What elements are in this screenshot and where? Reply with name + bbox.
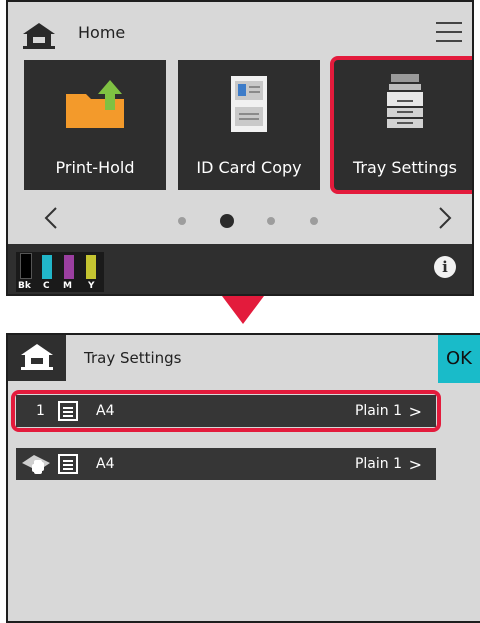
paper-type: Plain 1 [354,456,402,472]
tile-id-card-copy[interactable]: ID Card Copy [178,60,320,190]
toner-label-bk: Bk [18,281,31,291]
id-card-icon [231,76,267,132]
page-dot-active[interactable] [220,214,234,228]
toner-bk-bar [20,253,32,279]
chevron-right-icon[interactable] [436,206,454,230]
ok-button[interactable]: OK [438,335,480,383]
home-screen: Home Print-Hold ID Card Copy Tray Settin… [6,0,474,296]
printer-icon [387,74,423,128]
bypass-tray-icon [22,455,50,474]
paper-type: Plain 1 [354,403,402,419]
page-dot[interactable] [310,217,318,225]
down-arrow-icon [222,296,264,324]
page-title: Tray Settings [84,349,182,367]
tile-print-hold[interactable]: Print-Hold [24,60,166,190]
toner-levels: Bk C M Y [16,252,104,292]
menu-icon[interactable] [436,22,462,44]
toner-label-c: C [43,281,50,291]
paper-size: A4 [96,403,115,419]
home-icon[interactable] [22,22,56,52]
status-bar: Bk C M Y i [8,244,472,294]
chevron-right-icon: > [408,402,422,421]
paper-size: A4 [96,456,115,472]
chevron-right-icon: > [408,455,422,474]
tray-number: 1 [36,403,45,419]
page-indicator [8,202,472,238]
tile-label: ID Card Copy [196,158,302,177]
chevron-left-icon[interactable] [42,206,60,230]
tray-row-1[interactable]: 1 A4 Plain 1 > [11,390,441,432]
toner-c-bar [42,255,52,279]
info-icon[interactable]: i [434,256,456,278]
tile-tray-settings[interactable]: Tray Settings [330,56,472,194]
toner-m-bar [64,255,74,279]
page-title: Home [78,23,126,42]
page-dot[interactable] [178,217,186,225]
home-button[interactable] [8,335,66,381]
paper-stack-icon [58,401,78,421]
folder-upload-icon [66,80,124,128]
tile-label: Tray Settings [353,158,457,177]
paper-stack-icon [58,454,78,474]
toner-label-y: Y [88,281,95,291]
toner-y-bar [86,255,96,279]
page-dot[interactable] [267,217,275,225]
tray-settings-screen: Tray Settings OK 1 A4 Plain 1 > A4 Plain… [6,333,480,623]
tile-label: Print-Hold [55,158,135,177]
home-icon [21,344,53,370]
tray-row-bypass[interactable]: A4 Plain 1 > [16,448,436,480]
home-header: Home [8,2,472,60]
toner-label-m: M [63,281,72,291]
